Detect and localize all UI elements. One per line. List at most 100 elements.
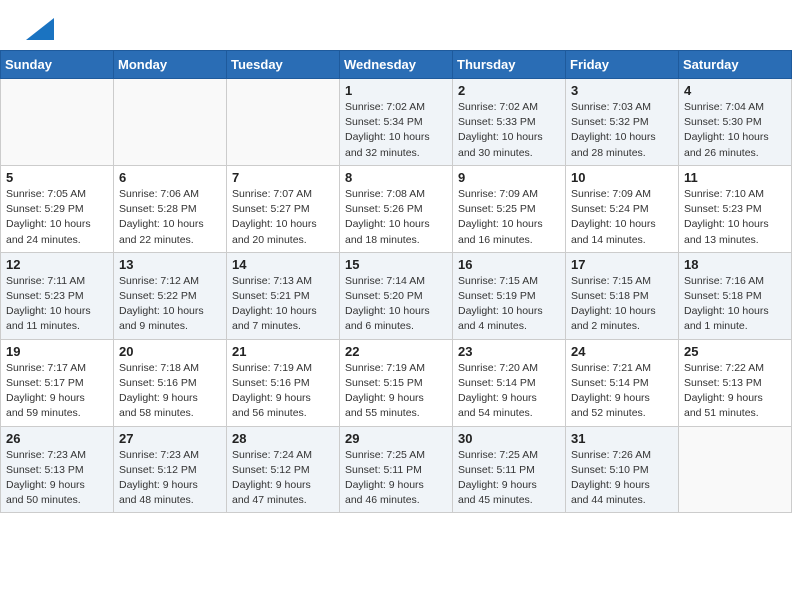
calendar-cell: 25 Sunrise: 7:22 AM Sunset: 5:13 PM Dayli… <box>679 339 792 426</box>
day-number: 14 <box>232 257 334 272</box>
logo-icon <box>26 18 54 40</box>
day-info: Sunrise: 7:02 AM Sunset: 5:34 PM Dayligh… <box>345 100 447 161</box>
day-info: Sunrise: 7:15 AM Sunset: 5:19 PM Dayligh… <box>458 274 560 335</box>
calendar-cell: 12Sunrise: 7:11 AM Sunset: 5:23 PM Dayli… <box>1 252 114 339</box>
day-number: 9 <box>458 170 560 185</box>
calendar-cell <box>679 426 792 513</box>
calendar-cell: 24Sunrise: 7:21 AM Sunset: 5:14 PM Dayli… <box>566 339 679 426</box>
day-info: Sunrise: 7:23 AM Sunset: 5:13 PM Dayligh… <box>6 448 108 509</box>
day-info: Sunrise: 7:12 AM Sunset: 5:22 PM Dayligh… <box>119 274 221 335</box>
day-number: 19 <box>6 344 108 359</box>
day-number: 27 <box>119 431 221 446</box>
day-info: Sunrise: 7:05 AM Sunset: 5:29 PM Dayligh… <box>6 187 108 248</box>
day-number: 6 <box>119 170 221 185</box>
calendar-cell: 21Sunrise: 7:19 AM Sunset: 5:16 PM Dayli… <box>227 339 340 426</box>
day-info: Sunrise: 7:07 AM Sunset: 5:27 PM Dayligh… <box>232 187 334 248</box>
week-row-1: 5 Sunrise: 7:05 AM Sunset: 5:29 PM Daylig… <box>1 165 792 252</box>
calendar-cell: 20 Sunrise: 7:18 AM Sunset: 5:16 PM Dayli… <box>114 339 227 426</box>
calendar-cell: 16 Sunrise: 7:15 AM Sunset: 5:19 PM Dayli… <box>453 252 566 339</box>
day-info: Sunrise: 7:20 AM Sunset: 5:14 PM Dayligh… <box>458 361 560 422</box>
day-number: 24 <box>571 344 673 359</box>
day-info: Sunrise: 7:25 AM Sunset: 5:11 PM Dayligh… <box>345 448 447 509</box>
day-header-sunday: Sunday <box>1 51 114 79</box>
day-number: 8 <box>345 170 447 185</box>
day-number: 13 <box>119 257 221 272</box>
day-header-tuesday: Tuesday <box>227 51 340 79</box>
calendar-cell: 9 Sunrise: 7:09 AM Sunset: 5:25 PM Daylig… <box>453 165 566 252</box>
calendar-cell: 23 Sunrise: 7:20 AM Sunset: 5:14 PM Dayli… <box>453 339 566 426</box>
calendar-table: SundayMondayTuesdayWednesdayThursdayFrid… <box>0 50 792 513</box>
day-number: 30 <box>458 431 560 446</box>
day-number: 4 <box>684 83 786 98</box>
calendar-cell: 3 Sunrise: 7:03 AM Sunset: 5:32 PM Daylig… <box>566 79 679 166</box>
calendar-cell: 14 Sunrise: 7:13 AM Sunset: 5:21 PM Dayli… <box>227 252 340 339</box>
day-number: 5 <box>6 170 108 185</box>
day-info: Sunrise: 7:13 AM Sunset: 5:21 PM Dayligh… <box>232 274 334 335</box>
header <box>0 0 792 50</box>
day-number: 31 <box>571 431 673 446</box>
day-info: Sunrise: 7:23 AM Sunset: 5:12 PM Dayligh… <box>119 448 221 509</box>
day-info: Sunrise: 7:17 AM Sunset: 5:17 PM Dayligh… <box>6 361 108 422</box>
day-header-friday: Friday <box>566 51 679 79</box>
day-header-wednesday: Wednesday <box>340 51 453 79</box>
day-number: 28 <box>232 431 334 446</box>
day-number: 26 <box>6 431 108 446</box>
day-header-thursday: Thursday <box>453 51 566 79</box>
day-info: Sunrise: 7:19 AM Sunset: 5:15 PM Dayligh… <box>345 361 447 422</box>
calendar-cell: 31 Sunrise: 7:26 AM Sunset: 5:10 PM Dayli… <box>566 426 679 513</box>
calendar-cell: 1 Sunrise: 7:02 AM Sunset: 5:34 PM Daylig… <box>340 79 453 166</box>
day-info: Sunrise: 7:02 AM Sunset: 5:33 PM Dayligh… <box>458 100 560 161</box>
calendar-cell: 30 Sunrise: 7:25 AM Sunset: 5:11 PM Dayli… <box>453 426 566 513</box>
day-info: Sunrise: 7:09 AM Sunset: 5:25 PM Dayligh… <box>458 187 560 248</box>
day-info: Sunrise: 7:11 AM Sunset: 5:23 PM Dayligh… <box>6 274 108 335</box>
calendar-cell: 11 Sunrise: 7:10 AM Sunset: 5:23 PM Dayli… <box>679 165 792 252</box>
calendar-cell: 15 Sunrise: 7:14 AM Sunset: 5:20 PM Dayli… <box>340 252 453 339</box>
calendar-cell: 2 Sunrise: 7:02 AM Sunset: 5:33 PM Daylig… <box>453 79 566 166</box>
day-number: 18 <box>684 257 786 272</box>
day-number: 17 <box>571 257 673 272</box>
day-info: Sunrise: 7:03 AM Sunset: 5:32 PM Dayligh… <box>571 100 673 161</box>
calendar-cell: 22 Sunrise: 7:19 AM Sunset: 5:15 PM Dayli… <box>340 339 453 426</box>
calendar-cell: 5 Sunrise: 7:05 AM Sunset: 5:29 PM Daylig… <box>1 165 114 252</box>
day-number: 23 <box>458 344 560 359</box>
day-header-saturday: Saturday <box>679 51 792 79</box>
day-info: Sunrise: 7:08 AM Sunset: 5:26 PM Dayligh… <box>345 187 447 248</box>
week-row-2: 12Sunrise: 7:11 AM Sunset: 5:23 PM Dayli… <box>1 252 792 339</box>
day-info: Sunrise: 7:18 AM Sunset: 5:16 PM Dayligh… <box>119 361 221 422</box>
day-number: 3 <box>571 83 673 98</box>
week-row-4: 26 Sunrise: 7:23 AM Sunset: 5:13 PM Dayli… <box>1 426 792 513</box>
day-number: 20 <box>119 344 221 359</box>
day-info: Sunrise: 7:14 AM Sunset: 5:20 PM Dayligh… <box>345 274 447 335</box>
page: SundayMondayTuesdayWednesdayThursdayFrid… <box>0 0 792 513</box>
day-info: Sunrise: 7:10 AM Sunset: 5:23 PM Dayligh… <box>684 187 786 248</box>
calendar-cell: 6Sunrise: 7:06 AM Sunset: 5:28 PM Daylig… <box>114 165 227 252</box>
day-number: 25 <box>684 344 786 359</box>
day-number: 1 <box>345 83 447 98</box>
day-info: Sunrise: 7:24 AM Sunset: 5:12 PM Dayligh… <box>232 448 334 509</box>
day-info: Sunrise: 7:22 AM Sunset: 5:13 PM Dayligh… <box>684 361 786 422</box>
calendar-wrapper: SundayMondayTuesdayWednesdayThursdayFrid… <box>0 50 792 513</box>
calendar-cell: 13 Sunrise: 7:12 AM Sunset: 5:22 PM Dayli… <box>114 252 227 339</box>
calendar-cell <box>114 79 227 166</box>
calendar-cell <box>1 79 114 166</box>
calendar-cell: 4 Sunrise: 7:04 AM Sunset: 5:30 PM Daylig… <box>679 79 792 166</box>
calendar-cell: 26 Sunrise: 7:23 AM Sunset: 5:13 PM Dayli… <box>1 426 114 513</box>
logo <box>24 18 54 40</box>
calendar-cell: 27 Sunrise: 7:23 AM Sunset: 5:12 PM Dayli… <box>114 426 227 513</box>
calendar-cell: 28 Sunrise: 7:24 AM Sunset: 5:12 PM Dayli… <box>227 426 340 513</box>
day-info: Sunrise: 7:25 AM Sunset: 5:11 PM Dayligh… <box>458 448 560 509</box>
day-number: 22 <box>345 344 447 359</box>
day-number: 11 <box>684 170 786 185</box>
day-info: Sunrise: 7:26 AM Sunset: 5:10 PM Dayligh… <box>571 448 673 509</box>
calendar-cell: 10Sunrise: 7:09 AM Sunset: 5:24 PM Dayli… <box>566 165 679 252</box>
day-number: 15 <box>345 257 447 272</box>
day-info: Sunrise: 7:04 AM Sunset: 5:30 PM Dayligh… <box>684 100 786 161</box>
calendar-cell: 19 Sunrise: 7:17 AM Sunset: 5:17 PM Dayli… <box>1 339 114 426</box>
day-info: Sunrise: 7:19 AM Sunset: 5:16 PM Dayligh… <box>232 361 334 422</box>
day-number: 2 <box>458 83 560 98</box>
week-row-3: 19 Sunrise: 7:17 AM Sunset: 5:17 PM Dayli… <box>1 339 792 426</box>
day-number: 16 <box>458 257 560 272</box>
day-header-monday: Monday <box>114 51 227 79</box>
calendar-cell: 17Sunrise: 7:15 AM Sunset: 5:18 PM Dayli… <box>566 252 679 339</box>
day-info: Sunrise: 7:09 AM Sunset: 5:24 PM Dayligh… <box>571 187 673 248</box>
